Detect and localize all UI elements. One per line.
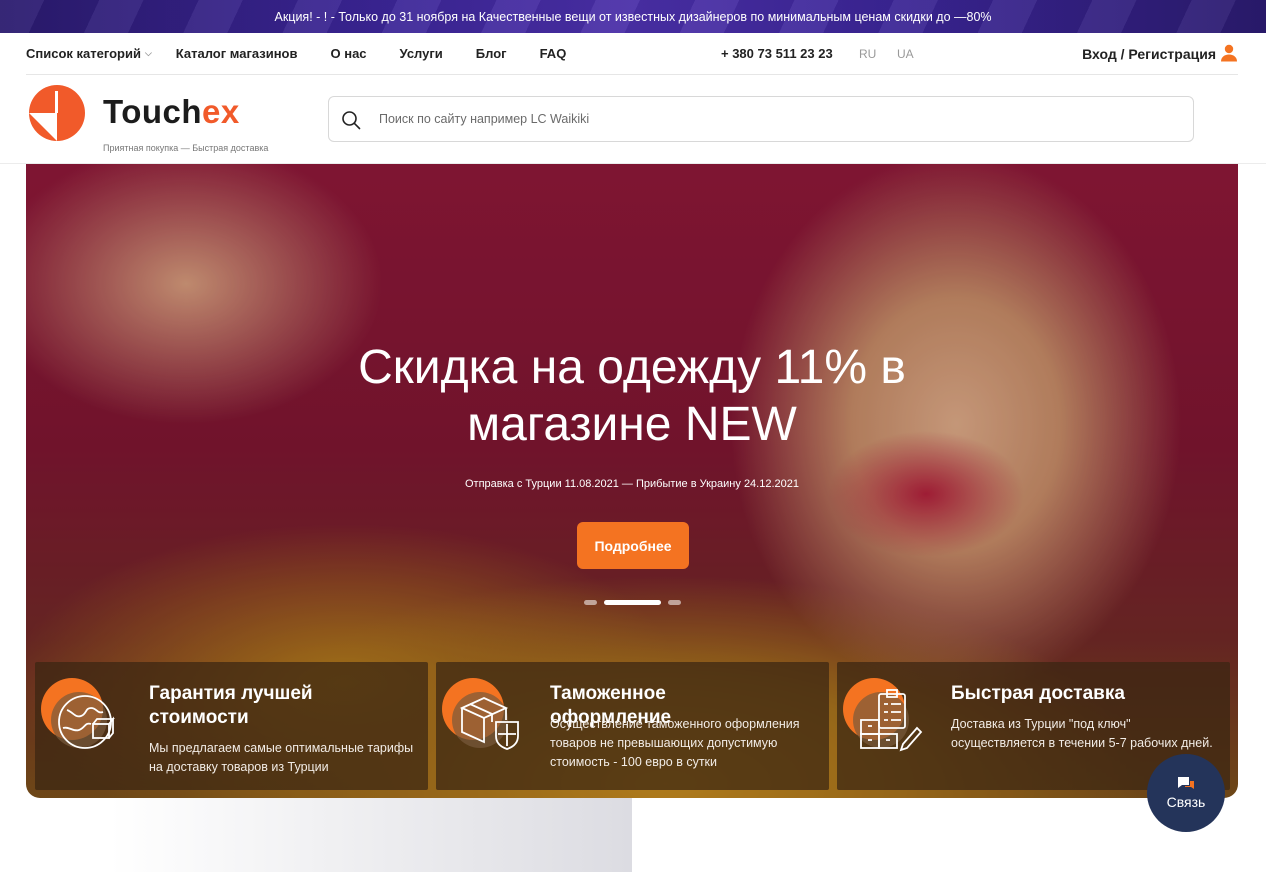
logo-mark	[29, 85, 85, 141]
feature-text: Осуществление таможенного оформления тов…	[550, 717, 800, 769]
categories-menu[interactable]: Список категорий ⌵	[26, 46, 152, 61]
search-icon[interactable]	[341, 110, 361, 130]
customs-box-icon	[442, 678, 526, 762]
slider-dot-3[interactable]	[668, 600, 681, 605]
logo-tagline: Приятная покупка — Быстрая доставка	[103, 143, 269, 153]
slider-dot-1[interactable]	[584, 600, 597, 605]
login-link[interactable]: Вход / Регистрация	[1082, 46, 1216, 62]
lang-ua[interactable]: UA	[897, 47, 914, 61]
user-icon[interactable]	[1220, 44, 1238, 62]
hero-subtitle: Отправка с Турции 11.08.2021 — Прибытие …	[464, 478, 799, 490]
feature-text: Доставка из Турции "под ключ" осуществля…	[951, 717, 1213, 750]
phone-link[interactable]: + 380 73 511 23 23	[721, 46, 833, 61]
search-input[interactable]	[379, 107, 1159, 131]
slider-dot-2[interactable]	[604, 600, 661, 605]
promo-text: Акция! - ! - Только до 31 ноября на Каче…	[274, 9, 992, 24]
feature-title: Быстрая доставка	[951, 683, 1125, 704]
feature-card-customs: Таможенное оформление Осуществление тамо…	[436, 662, 829, 790]
promo-bar[interactable]: Акция! - ! - Только до 31 ноября на Каче…	[0, 0, 1266, 33]
chat-label: Связь	[1166, 794, 1206, 810]
feature-text: Мы предлагаем самые оптимальные тарифы н…	[149, 741, 414, 774]
chat-button[interactable]: Связь	[1147, 754, 1225, 832]
logo-wordmark: Touchex	[103, 93, 240, 130]
nav-link-blog[interactable]: Блог	[476, 46, 507, 61]
lang-ru[interactable]: RU	[859, 47, 876, 61]
feature-card-price: Гарантия лучшей стоимости Мы предлагаем …	[35, 662, 428, 790]
hero-more-button[interactable]: Подробнее	[577, 522, 689, 569]
nav-link-about[interactable]: О нас	[331, 46, 367, 61]
globe-box-icon	[41, 678, 125, 762]
top-nav: Список категорий ⌵ Каталог магазинов О н…	[26, 33, 1238, 75]
chat-icon	[1178, 777, 1194, 789]
feature-title: Гарантия лучшей стоимости	[149, 683, 313, 728]
site-logo[interactable]: Touchex Приятная покупка — Быстрая доста…	[29, 85, 289, 155]
search-bar[interactable]	[328, 96, 1194, 142]
nav-link-services[interactable]: Услуги	[400, 46, 443, 61]
nav-link-faq[interactable]: FAQ	[540, 46, 567, 61]
nav-link-stores[interactable]: Каталог магазинов	[176, 46, 298, 61]
delivery-checklist-icon	[843, 678, 927, 762]
hero-slider[interactable]: Скидка на одежду 11% в магазине NEW Отпр…	[26, 164, 1238, 798]
categories-label: Список категорий	[26, 46, 141, 61]
content-preview-image	[110, 798, 632, 872]
hero-title: Скидка на одежду 11% в магазине NEW	[358, 341, 906, 451]
chevron-down-icon: ⌵	[144, 48, 152, 58]
slider-dots	[584, 600, 681, 605]
